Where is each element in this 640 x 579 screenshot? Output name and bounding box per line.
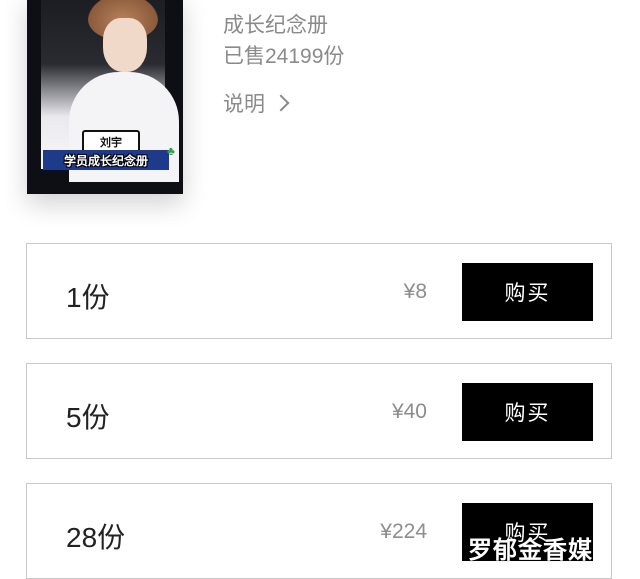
cover-face (103, 18, 147, 72)
package-row: 1份 ¥8 购买 (26, 243, 612, 339)
package-quantity: 28份 (66, 522, 126, 553)
cover-banner: 学员成长纪念册 (43, 150, 169, 170)
explain-label: 说明 (223, 93, 265, 116)
package-price: ¥224 (380, 520, 427, 543)
package-price: ¥40 (391, 400, 427, 423)
package-quantity: 5份 (66, 402, 110, 433)
chevron-right-icon (272, 94, 290, 112)
watermark: 罗郁金香媒 (468, 537, 593, 564)
product-title: 成长纪念册 (223, 14, 328, 37)
explain-link[interactable]: 说明 (223, 88, 290, 118)
buy-button[interactable]: 购买 (462, 383, 593, 441)
buy-button[interactable]: 购买 (462, 263, 593, 321)
package-quantity: 1份 (66, 282, 110, 313)
package-row: 5份 ¥40 购买 (26, 363, 612, 459)
palm-tree-icon: ♣ (167, 144, 175, 158)
sold-count: 已售24199份 (223, 45, 345, 68)
product-cover-image: 刘宇 学员成长纪念册 ♣ (27, 0, 183, 194)
package-price: ¥8 (403, 280, 427, 303)
